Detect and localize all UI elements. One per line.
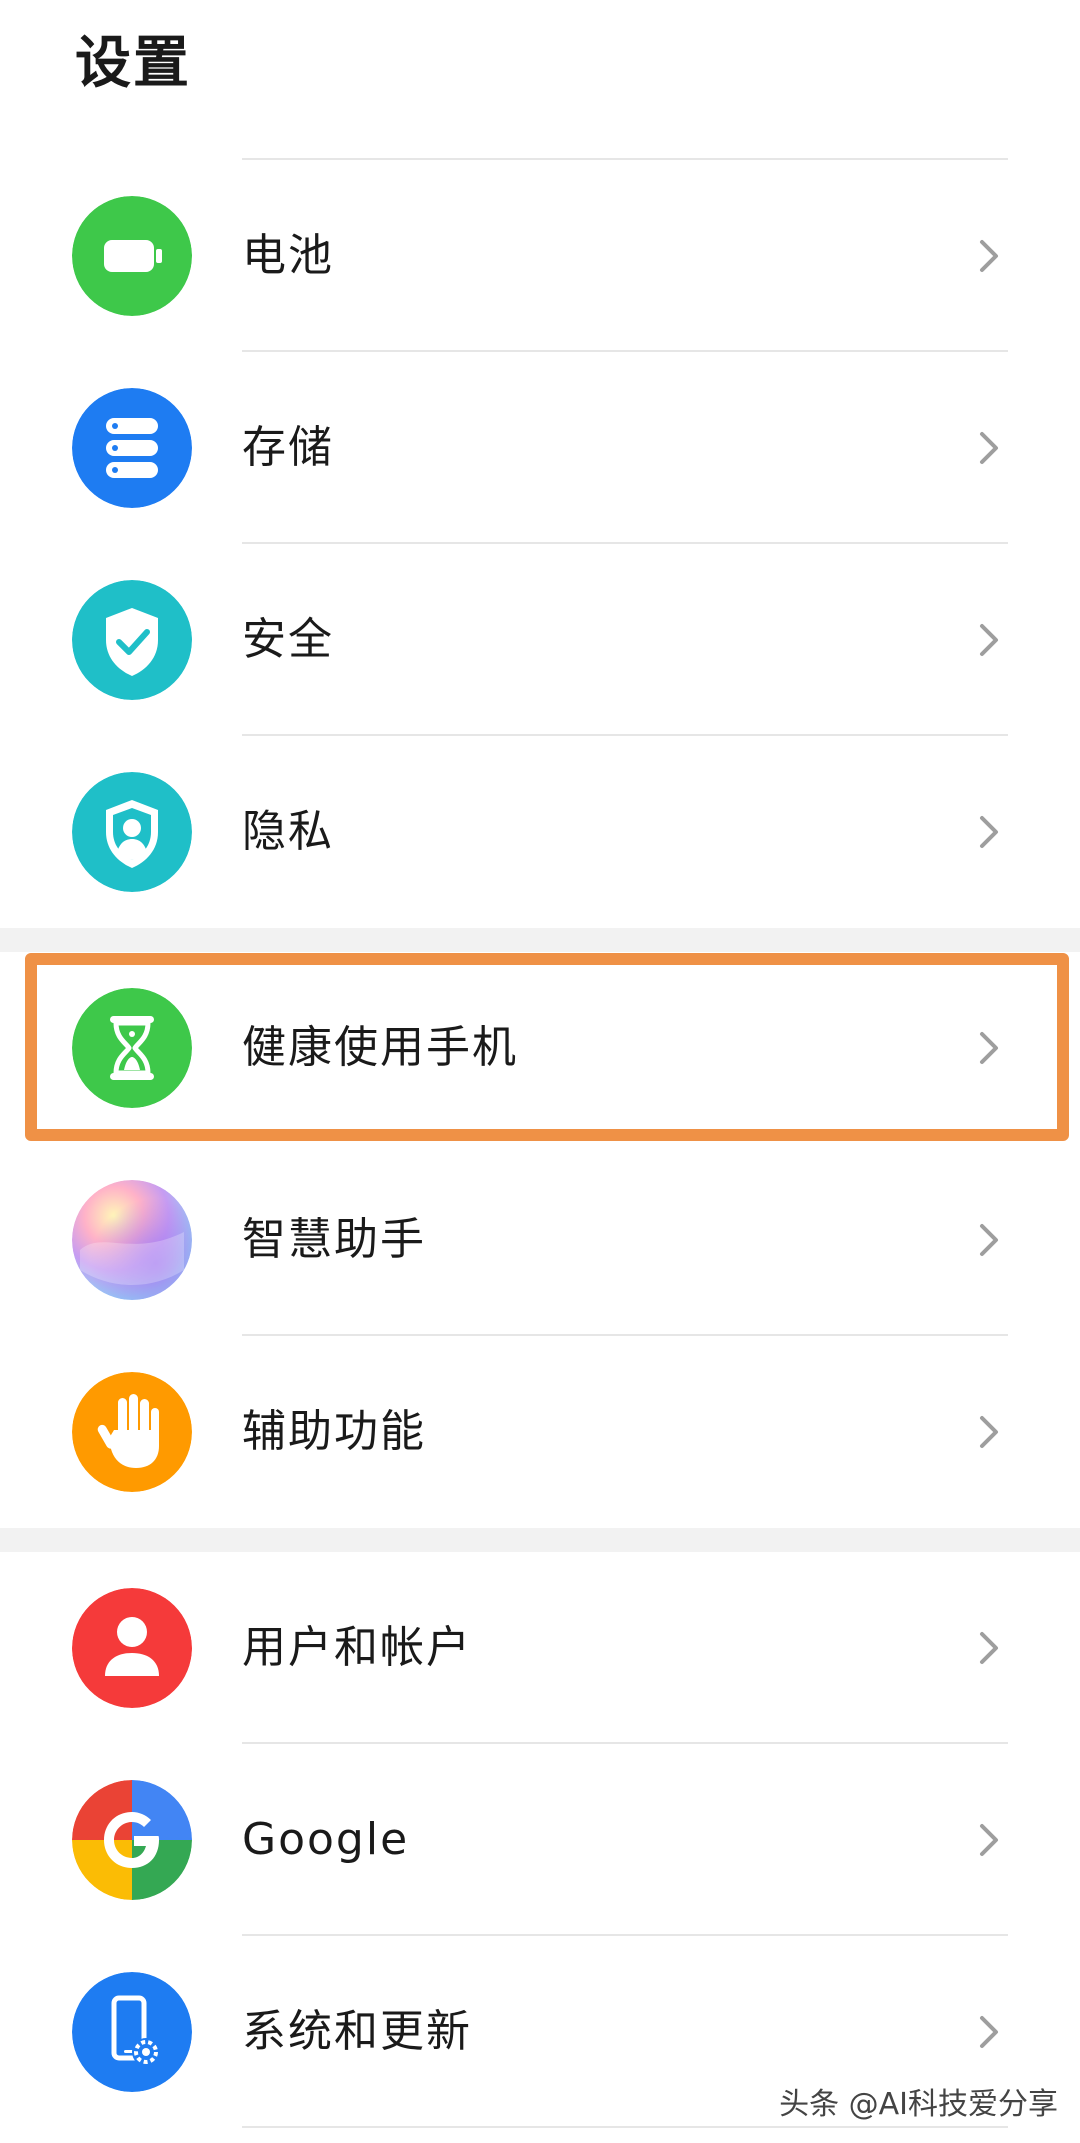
chevron-right-icon xyxy=(974,1028,1004,1068)
privacy-shield-icon xyxy=(72,772,192,892)
settings-item-label: 智慧助手 xyxy=(242,1214,426,1265)
hourglass-icon xyxy=(72,988,192,1108)
group-separator xyxy=(0,928,1080,952)
settings-item-label: 存储 xyxy=(242,422,334,473)
chevron-right-icon xyxy=(974,428,1004,468)
settings-item-google[interactable]: Google xyxy=(0,1744,1080,1936)
chevron-right-icon xyxy=(974,2012,1004,2052)
settings-item-privacy[interactable]: 隐私 xyxy=(0,736,1080,928)
page-title: 设置 xyxy=(75,31,191,96)
watermark: 头条 @AI科技爱分享 xyxy=(779,2087,1058,2122)
chevron-right-icon xyxy=(974,1412,1004,1452)
shield-check-icon xyxy=(72,580,192,700)
user-icon xyxy=(72,1588,192,1708)
settings-item-label: 电池 xyxy=(242,230,334,281)
battery-icon xyxy=(72,196,192,316)
settings-item-label: 健康使用手机 xyxy=(242,1022,518,1073)
settings-item-smart-assistant[interactable]: 智慧助手 xyxy=(0,1144,1080,1336)
chevron-right-icon xyxy=(974,1628,1004,1668)
settings-item-users-accounts[interactable]: 用户和帐户 xyxy=(0,1552,1080,1744)
group-separator xyxy=(0,1528,1080,1552)
chevron-right-icon xyxy=(974,1220,1004,1260)
settings-item-accessibility[interactable]: 辅助功能 xyxy=(0,1336,1080,1528)
settings-item-digital-balance[interactable]: 健康使用手机 xyxy=(0,952,1080,1144)
chevron-right-icon xyxy=(974,620,1004,660)
storage-icon xyxy=(72,388,192,508)
settings-item-label: 系统和更新 xyxy=(242,2006,472,2057)
assistant-orb-icon xyxy=(72,1180,192,1300)
settings-page: 设置 电池 存储 安全 隐私 健康使用手机 智慧助手 辅助功能 用户和帐户 Go… xyxy=(0,0,1080,2143)
settings-item-label: 安全 xyxy=(242,614,334,665)
settings-item-label: 隐私 xyxy=(242,806,334,857)
settings-item-battery[interactable]: 电池 xyxy=(0,160,1080,352)
google-icon xyxy=(72,1780,192,1900)
settings-item-label: 用户和帐户 xyxy=(242,1622,472,1673)
settings-item-label: 辅助功能 xyxy=(242,1406,426,1457)
chevron-right-icon xyxy=(974,812,1004,852)
settings-item-security[interactable]: 安全 xyxy=(0,544,1080,736)
divider xyxy=(242,2126,1008,2128)
chevron-right-icon xyxy=(974,236,1004,276)
chevron-right-icon xyxy=(974,1820,1004,1860)
system-update-icon xyxy=(72,1972,192,2092)
settings-item-label: Google xyxy=(242,1814,410,1865)
hand-icon xyxy=(72,1372,192,1492)
settings-item-storage[interactable]: 存储 xyxy=(0,352,1080,544)
